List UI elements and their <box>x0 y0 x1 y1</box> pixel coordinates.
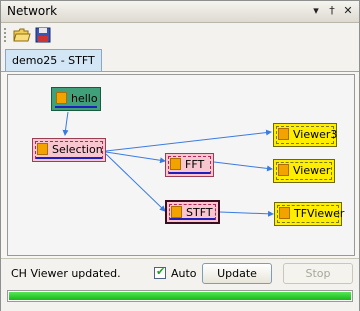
node-stft[interactable]: STFT <box>165 200 220 224</box>
node-icon <box>171 206 182 218</box>
status-bar: CH Viewer updated. ✔ Auto Update Stop <box>1 258 359 311</box>
auto-checkbox[interactable]: ✔ <box>154 265 166 279</box>
link-stft-tfviewer <box>219 210 274 217</box>
progress-fill <box>9 292 351 300</box>
node-underline <box>55 106 97 108</box>
node-icon <box>279 207 290 219</box>
link-fft-viewer <box>213 161 273 172</box>
close-icon[interactable]: ✕ <box>341 4 355 18</box>
toolbar-grip[interactable] <box>4 28 8 42</box>
autohide-pin-icon[interactable]: † <box>325 4 339 18</box>
node-underline <box>170 218 215 220</box>
floppy-save-icon[interactable] <box>34 26 52 44</box>
auto-label: Auto <box>171 267 197 280</box>
node-hello[interactable]: hello <box>51 87 101 111</box>
status-message: CH Viewer updated. <box>11 267 121 280</box>
node-tfviewer[interactable]: TFViewer <box>274 202 344 226</box>
panel-titlebar: Network ▾ † ✕ <box>1 1 359 23</box>
link-selection-fft <box>105 151 166 164</box>
node-icon <box>56 92 67 104</box>
update-button[interactable]: Update <box>202 263 272 284</box>
toolbar <box>1 23 359 47</box>
node-viewer[interactable]: Viewer <box>273 159 335 183</box>
progress-bar <box>7 290 353 302</box>
pin-dropdown-icon[interactable]: ▾ <box>309 4 323 18</box>
document-tabs: demo25 - STFT <box>1 47 359 72</box>
tab-demo25-stft[interactable]: demo25 - STFT <box>5 49 102 71</box>
network-canvas[interactable]: hello Selection FFT STFT Viewer3 Viewer … <box>7 74 355 256</box>
node-icon <box>37 143 48 155</box>
node-icon <box>170 158 181 170</box>
network-panel: Network ▾ † ✕ demo25 - STFT hello Select… <box>0 0 360 311</box>
folder-open-icon[interactable] <box>13 26 31 44</box>
stop-button[interactable]: Stop <box>283 263 353 284</box>
node-underline <box>169 172 210 174</box>
node-underline <box>36 157 102 159</box>
link-hello-selection <box>62 111 69 136</box>
node-icon <box>278 164 289 176</box>
node-viewer3[interactable]: Viewer3 <box>273 123 337 147</box>
node-icon <box>278 128 289 140</box>
link-selection-viewer3 <box>105 129 272 152</box>
node-fft[interactable]: FFT <box>165 153 214 177</box>
node-selection[interactable]: Selection <box>32 138 106 162</box>
panel-title: Network <box>7 4 58 18</box>
link-selection-stft <box>105 153 166 212</box>
checkmark-icon: ✔ <box>156 265 166 278</box>
